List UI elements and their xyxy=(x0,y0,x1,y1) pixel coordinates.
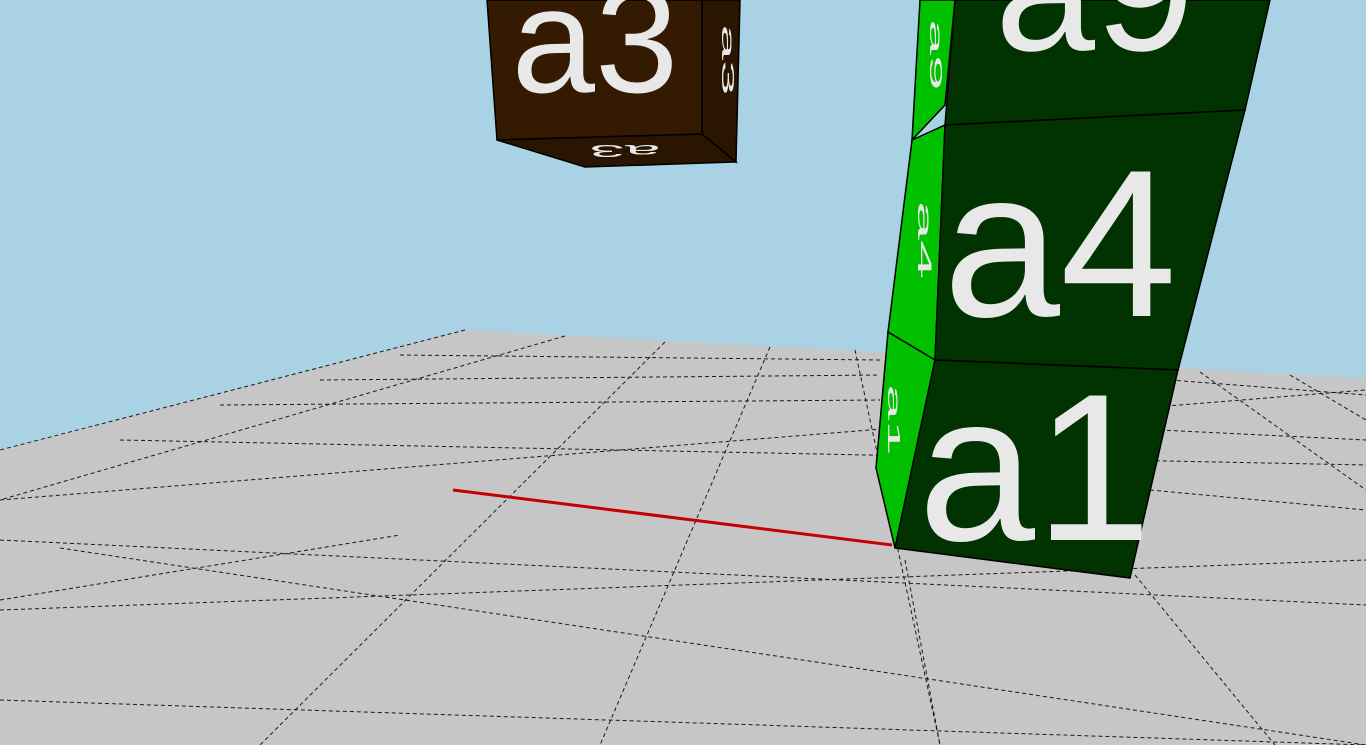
cube-a3[interactable]: a3 a3 a3 xyxy=(486,0,741,168)
cube-a3-front-label: a3 xyxy=(512,0,679,124)
cube-a4-side-label: a4 xyxy=(914,201,936,279)
cube-a1-side-label: a1 xyxy=(884,384,904,455)
cube-a4-front-label: a4 xyxy=(943,126,1177,361)
cube-a3-side-label: a3 xyxy=(718,24,738,95)
cube-a1-front-label: a1 xyxy=(918,350,1152,585)
cube-a9-side-label: a9 xyxy=(926,19,946,90)
cube-a3-bottom-label: a3 xyxy=(589,141,660,161)
game-viewport[interactable]: a3 a3 a3 a9 a9 a4 a4 a1 a1 xyxy=(0,0,1366,745)
cube-a9-front-label: a9 xyxy=(995,0,1195,89)
cube-a1[interactable]: a1 a1 xyxy=(875,330,1179,585)
